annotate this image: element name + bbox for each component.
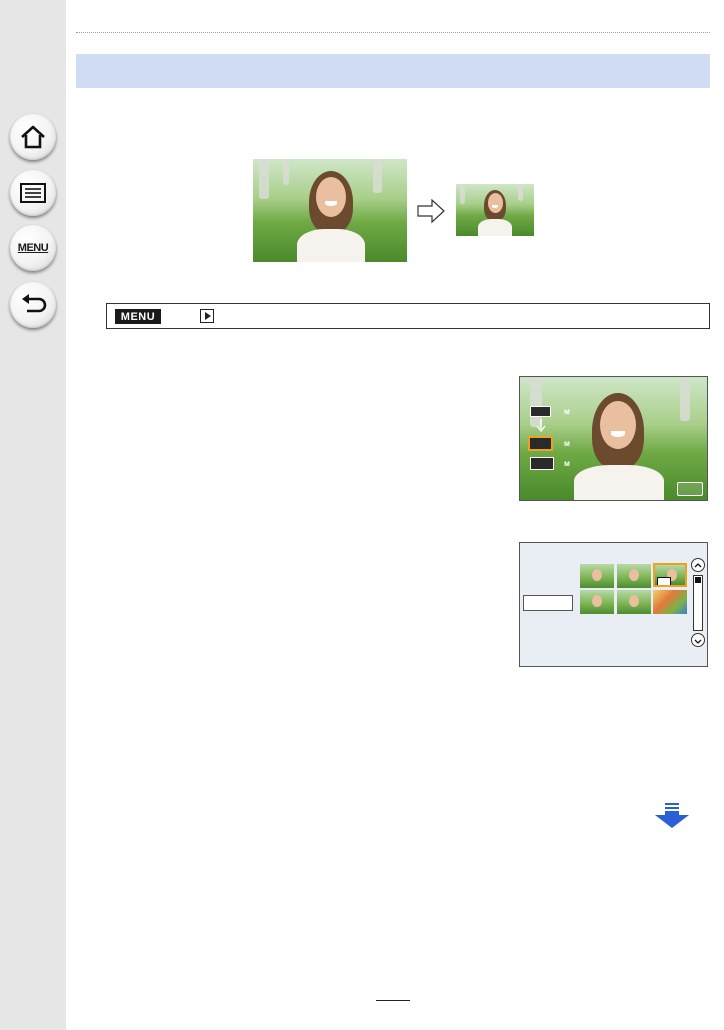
thumbnail[interactable] <box>653 590 687 614</box>
size-mark-icon: м <box>564 407 570 416</box>
size-option-current[interactable] <box>530 406 551 417</box>
set-button[interactable] <box>677 482 703 496</box>
size-mark-icon: м <box>564 459 570 468</box>
list-icon <box>20 183 46 203</box>
thumbnail[interactable] <box>580 564 614 588</box>
sidebar: MENU <box>0 0 66 1030</box>
thumbnail[interactable] <box>580 590 614 614</box>
menu-button[interactable]: MENU <box>10 225 56 271</box>
thumbnail[interactable] <box>617 590 651 614</box>
contents-button[interactable] <box>10 170 56 216</box>
playback-icon <box>200 309 214 323</box>
home-icon <box>21 125 45 149</box>
size-option-small[interactable] <box>530 457 554 470</box>
scroll-up-icon[interactable] <box>691 558 705 572</box>
resize-mark-icon <box>657 577 671 585</box>
menu-icon: MENU <box>17 242 49 254</box>
top-rule <box>76 32 710 33</box>
resize-arrow-icon <box>417 198 445 224</box>
down-arrow-icon <box>536 419 546 432</box>
size-mark-icon: м <box>564 439 570 448</box>
thumbnail[interactable] <box>617 564 651 588</box>
size-option-selected[interactable] <box>528 436 553 451</box>
home-button[interactable] <box>10 114 56 160</box>
back-arrow-icon <box>22 294 47 313</box>
multi-select-screen <box>519 542 708 667</box>
original-photo <box>253 159 407 262</box>
scroll-down-icon[interactable] <box>691 633 705 647</box>
execute-button[interactable] <box>523 595 573 611</box>
menu-badge: MENU <box>115 309 161 324</box>
section-header-band <box>76 54 710 88</box>
menu-path-bar: MENU <box>106 303 710 329</box>
back-button[interactable] <box>10 282 56 328</box>
resized-photo <box>456 184 534 236</box>
thumbnail-selected[interactable] <box>653 563 687 587</box>
scrollbar-thumb[interactable] <box>695 577 701 583</box>
next-page-arrow-icon[interactable] <box>654 803 690 829</box>
page-number-rule <box>376 1000 410 1001</box>
scrollbar[interactable] <box>693 575 703 631</box>
size-selection-screen: м м м <box>519 376 708 501</box>
